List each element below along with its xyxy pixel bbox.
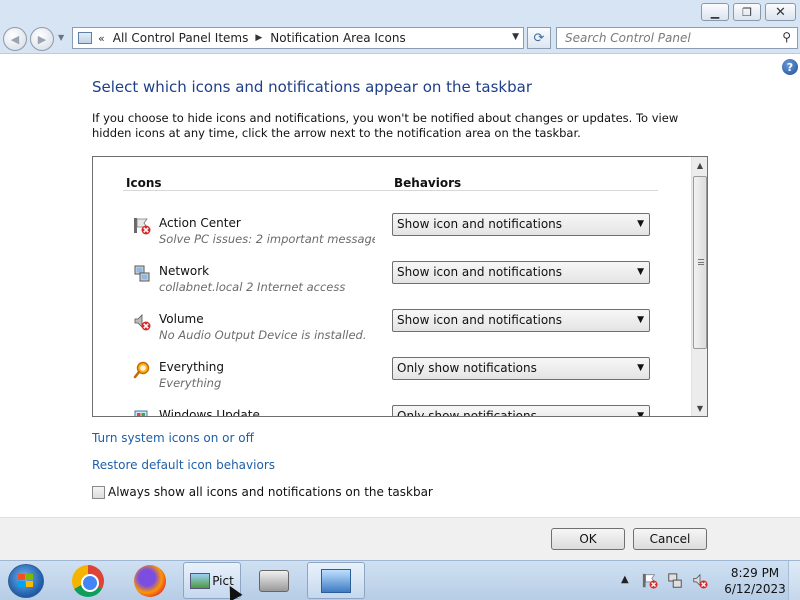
- item-description: collabnet.local 2 Internet access: [159, 280, 346, 294]
- picture-viewer-icon: [190, 572, 211, 589]
- taskbar-item-printer[interactable]: [245, 562, 303, 599]
- behavior-dropdown[interactable]: Only show notifications ▼: [392, 357, 650, 380]
- minimize-button[interactable]: ▁: [701, 3, 729, 21]
- search-input[interactable]: [565, 28, 779, 48]
- dropdown-arrow-icon: ▼: [637, 411, 644, 417]
- start-button[interactable]: [8, 564, 44, 598]
- back-button[interactable]: ◀: [3, 27, 27, 51]
- behavior-value: Show icon and notifications: [397, 313, 563, 327]
- printer-icon: [259, 569, 289, 592]
- turn-system-icons-link[interactable]: Turn system icons on or off: [92, 431, 254, 445]
- dropdown-arrow-icon: ▼: [637, 219, 644, 229]
- control-panel-icon: [78, 32, 92, 44]
- firefox-icon[interactable]: [134, 565, 166, 597]
- taskbar: Pict ▲ 8:29 PM 6/12/2023: [0, 560, 800, 600]
- system-clock[interactable]: 8:29 PM 6/12/2023: [720, 565, 790, 597]
- behavior-value: Show icon and notifications: [397, 265, 563, 279]
- action-center-tray-icon[interactable]: [642, 573, 658, 589]
- scroll-up-icon[interactable]: ▲: [692, 157, 707, 173]
- column-header-icons: Icons: [126, 176, 162, 190]
- list-item: Everything Everything Only show notifica…: [93, 357, 691, 401]
- breadcrumb-separator-icon[interactable]: ▶: [255, 33, 262, 43]
- network-icon: [134, 265, 150, 282]
- scrollbar-thumb[interactable]: [693, 176, 707, 349]
- behavior-dropdown[interactable]: Show icon and notifications ▼: [392, 309, 650, 332]
- breadcrumb-notification-area-icons[interactable]: Notification Area Icons: [270, 31, 405, 45]
- item-name: Network: [159, 264, 210, 278]
- restore-defaults-link[interactable]: Restore default icon behaviors: [92, 458, 275, 472]
- list-item: Windows Update Only show notifications ▼: [93, 405, 691, 417]
- scrollbar-grip: [698, 259, 704, 265]
- close-button[interactable]: ✕: [765, 3, 796, 21]
- clock-date: 6/12/2023: [724, 582, 786, 596]
- always-show-label[interactable]: Always show all icons and notifications …: [108, 485, 433, 499]
- windows-logo-icon: [18, 574, 34, 589]
- address-bar[interactable]: « All Control Panel Items ▶ Notification…: [72, 27, 524, 49]
- dropdown-arrow-icon: ▼: [637, 315, 644, 325]
- back-arrow-icon: ◀: [10, 32, 20, 46]
- refresh-button[interactable]: ⟳: [527, 27, 551, 49]
- show-hidden-icons-icon[interactable]: ▲: [621, 574, 629, 585]
- behavior-dropdown[interactable]: Show icon and notifications ▼: [392, 261, 650, 284]
- dialog-footer: OK Cancel: [0, 517, 800, 560]
- notification-area: ▲ 8:29 PM 6/12/2023: [615, 561, 800, 600]
- list-scrollbar[interactable]: ▲ ▼: [691, 157, 707, 416]
- behavior-value: Show icon and notifications: [397, 217, 563, 231]
- show-desktop-button[interactable]: [788, 561, 800, 600]
- overflow-chevron-icon[interactable]: «: [98, 32, 105, 45]
- list-item: Volume No Audio Output Device is install…: [93, 309, 691, 353]
- scroll-down-icon[interactable]: ▼: [692, 400, 707, 416]
- header-divider: [123, 190, 658, 191]
- help-icon: ?: [786, 60, 794, 74]
- volume-icon: [134, 314, 151, 331]
- breadcrumb-all-control-panel-items[interactable]: All Control Panel Items: [113, 31, 249, 45]
- icons-behaviors-list: Icons Behaviors Action Center Solve PC i…: [92, 156, 708, 417]
- always-show-checkbox[interactable]: [92, 485, 105, 499]
- behavior-value: Only show notifications: [397, 361, 537, 375]
- volume-tray-icon[interactable]: [692, 573, 708, 589]
- cancel-button[interactable]: Cancel: [633, 528, 707, 550]
- column-header-behaviors: Behaviors: [394, 176, 462, 190]
- everything-icon: [133, 361, 150, 379]
- intro-text: If you choose to hide icons and notifica…: [92, 111, 679, 140]
- forward-button[interactable]: ▶: [30, 27, 54, 51]
- behavior-dropdown[interactable]: Show icon and notifications ▼: [392, 213, 650, 236]
- network-tray-icon[interactable]: [667, 573, 683, 589]
- item-name: Volume: [159, 312, 204, 326]
- clock-time: 8:29 PM: [730, 566, 780, 580]
- ok-button[interactable]: OK: [551, 528, 625, 550]
- dropdown-arrow-icon: ▼: [637, 267, 644, 277]
- window-titlebar: ▁ ❐ ✕: [0, 0, 800, 26]
- navigation-bar: ◀ ▶ ▼ « All Control Panel Items ▶ Notifi…: [0, 24, 800, 54]
- item-name: Action Center: [159, 216, 241, 230]
- list-item: Action Center Solve PC issues: 2 importa…: [93, 213, 691, 257]
- item-name: Windows Update: [159, 408, 260, 417]
- behavior-value: Only show notifications: [397, 409, 537, 417]
- item-description: Everything: [159, 376, 222, 390]
- control-panel-icon: [321, 568, 351, 593]
- dropdown-arrow-icon: ▼: [637, 363, 644, 373]
- item-description: Solve PC issues: 2 important messages ..…: [159, 232, 375, 246]
- address-dropdown-icon[interactable]: ▼: [512, 32, 519, 42]
- page-title: Select which icons and notifications app…: [92, 78, 532, 96]
- help-button[interactable]: ?: [782, 59, 798, 75]
- search-box[interactable]: ⚲: [556, 27, 798, 49]
- close-icon: ✕: [775, 4, 786, 20]
- recent-pages-dropdown[interactable]: ▼: [58, 33, 64, 42]
- always-show-option[interactable]: Always show all icons and notifications …: [92, 485, 433, 499]
- forward-arrow-icon: ▶: [37, 32, 47, 46]
- maximize-icon: ❐: [742, 5, 752, 19]
- behavior-dropdown[interactable]: Only show notifications ▼: [392, 405, 650, 417]
- taskbar-item-control-panel[interactable]: [307, 562, 365, 599]
- chrome-icon[interactable]: [72, 565, 104, 597]
- refresh-icon: ⟳: [533, 30, 545, 46]
- item-name: Everything: [159, 360, 224, 374]
- list-item: Network collabnet.local 2 Internet acces…: [93, 261, 691, 305]
- maximize-button[interactable]: ❐: [733, 3, 761, 21]
- item-description: No Audio Output Device is installed.: [159, 328, 367, 342]
- action-center-icon: [134, 218, 151, 235]
- search-icon[interactable]: ⚲: [782, 30, 791, 44]
- windows-update-icon: [134, 410, 148, 416]
- minimize-icon: ▁: [710, 5, 720, 19]
